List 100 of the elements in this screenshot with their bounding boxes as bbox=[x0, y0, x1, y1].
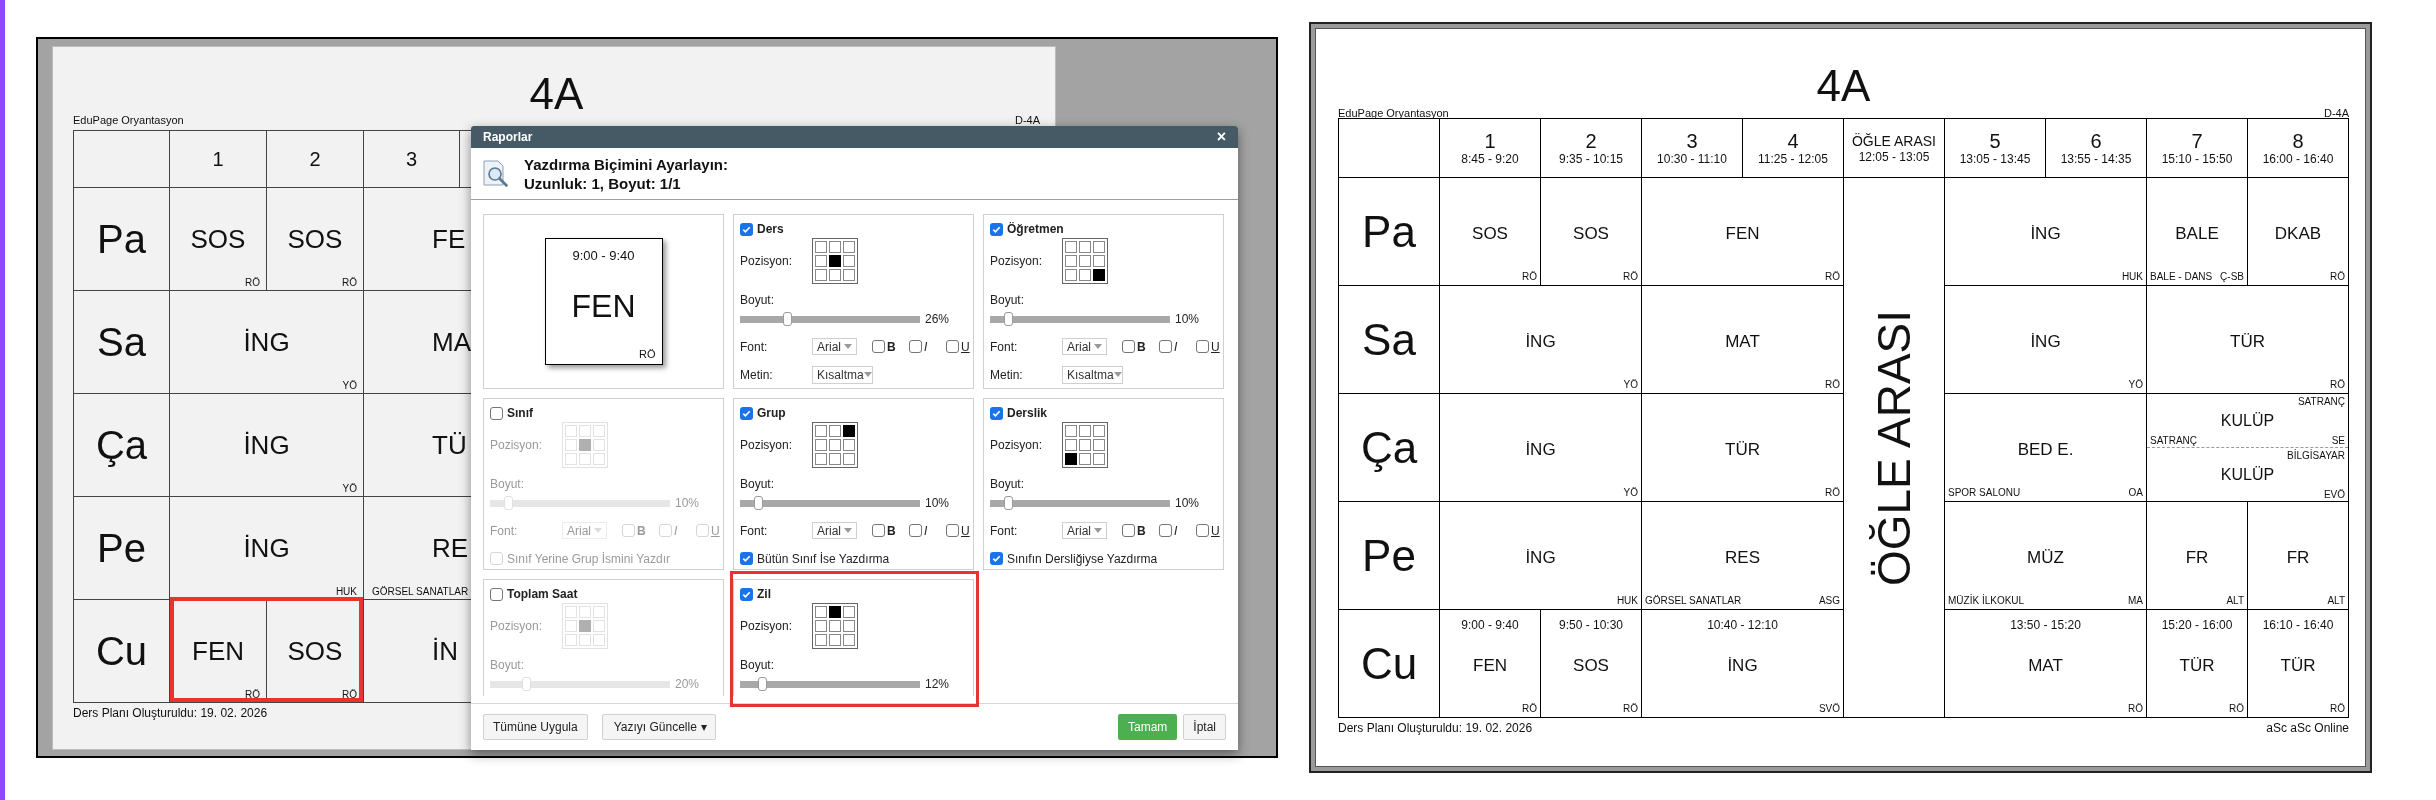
position-cell[interactable] bbox=[829, 255, 841, 267]
size-slider[interactable] bbox=[740, 677, 920, 691]
period-number: 8 bbox=[2292, 130, 2304, 152]
checkbox[interactable] bbox=[909, 340, 922, 353]
font-dropdown[interactable]: Arial bbox=[1062, 338, 1107, 355]
position-cell[interactable] bbox=[843, 453, 855, 465]
checkbox[interactable] bbox=[909, 524, 922, 537]
position-cell[interactable] bbox=[829, 634, 841, 646]
position-grid[interactable] bbox=[1062, 422, 1108, 468]
position-cell[interactable] bbox=[579, 439, 591, 451]
position-cell[interactable] bbox=[1093, 255, 1105, 267]
text-dropdown[interactable]: Kısaltma bbox=[812, 365, 873, 384]
position-cell[interactable] bbox=[815, 620, 827, 632]
position-cell[interactable] bbox=[829, 453, 841, 465]
font-dropdown[interactable]: Arial bbox=[812, 338, 857, 355]
position-cell[interactable] bbox=[1093, 425, 1105, 437]
position-cell[interactable] bbox=[1093, 439, 1105, 451]
position-cell[interactable] bbox=[1079, 269, 1091, 281]
position-cell[interactable] bbox=[843, 425, 855, 437]
checkbox[interactable] bbox=[990, 552, 1003, 565]
slider-thumb[interactable] bbox=[782, 312, 792, 326]
text-dropdown[interactable]: Kısaltma bbox=[1062, 365, 1123, 384]
checkbox[interactable] bbox=[1122, 524, 1135, 537]
checkbox[interactable] bbox=[1159, 524, 1172, 537]
position-cell[interactable] bbox=[843, 269, 855, 281]
position-cell[interactable] bbox=[1065, 439, 1077, 451]
size-slider[interactable] bbox=[490, 496, 670, 510]
size-slider[interactable] bbox=[990, 312, 1170, 326]
position-cell[interactable] bbox=[815, 425, 827, 437]
button[interactable]: İptal bbox=[1183, 713, 1226, 740]
position-cell[interactable] bbox=[815, 606, 827, 618]
position-cell[interactable] bbox=[843, 620, 855, 632]
position-cell[interactable] bbox=[829, 620, 841, 632]
checkbox[interactable] bbox=[1196, 524, 1209, 537]
position-cell[interactable] bbox=[829, 439, 841, 451]
position-cell[interactable] bbox=[1065, 255, 1077, 267]
position-cell[interactable] bbox=[815, 634, 827, 646]
checkbox[interactable] bbox=[740, 222, 753, 236]
position-cell[interactable] bbox=[1079, 241, 1091, 253]
position-grid[interactable] bbox=[812, 238, 858, 284]
font-dropdown[interactable]: Arial bbox=[812, 522, 857, 539]
checkbox-label: U bbox=[1211, 338, 1221, 356]
position-cell[interactable] bbox=[1093, 453, 1105, 465]
size-slider[interactable] bbox=[990, 496, 1170, 510]
position-cell[interactable] bbox=[815, 439, 827, 451]
checkbox[interactable] bbox=[1196, 340, 1209, 353]
position-cell[interactable] bbox=[1065, 425, 1077, 437]
checkbox[interactable] bbox=[990, 222, 1003, 236]
checkbox[interactable] bbox=[872, 524, 885, 537]
position-cell[interactable] bbox=[829, 425, 841, 437]
button[interactable]: Tümüne Uygula bbox=[483, 713, 588, 740]
checkbox[interactable] bbox=[740, 406, 753, 420]
checkbox[interactable] bbox=[946, 524, 959, 537]
size-slider[interactable] bbox=[490, 677, 670, 691]
font-dropdown[interactable]: Arial bbox=[1062, 522, 1107, 539]
checkbox[interactable] bbox=[1122, 340, 1135, 353]
checkbox[interactable] bbox=[740, 587, 753, 601]
position-cell[interactable] bbox=[1093, 269, 1105, 281]
checkbox[interactable] bbox=[872, 340, 885, 353]
position-cell[interactable] bbox=[829, 241, 841, 253]
slider-thumb[interactable] bbox=[754, 496, 763, 510]
position-cell[interactable] bbox=[1065, 241, 1077, 253]
position-grid[interactable] bbox=[1062, 238, 1108, 284]
position-cell[interactable] bbox=[829, 269, 841, 281]
checkbox[interactable] bbox=[490, 587, 503, 601]
checkbox[interactable] bbox=[1159, 340, 1172, 353]
position-cell[interactable] bbox=[815, 255, 827, 267]
position-cell[interactable] bbox=[579, 620, 591, 632]
position-cell[interactable] bbox=[1079, 425, 1091, 437]
position-cell[interactable] bbox=[815, 269, 827, 281]
position-cell[interactable] bbox=[1079, 255, 1091, 267]
menu-button[interactable]: Yazıyı Güncelle ▾ bbox=[601, 713, 716, 740]
position-cell[interactable] bbox=[815, 453, 827, 465]
checkbox[interactable] bbox=[990, 406, 1003, 420]
slider-thumb[interactable] bbox=[1004, 312, 1013, 326]
position-cell[interactable] bbox=[1079, 439, 1091, 451]
slider-thumb[interactable] bbox=[1004, 496, 1013, 510]
close-button[interactable]: × bbox=[1216, 129, 1226, 145]
position-cell[interactable] bbox=[829, 606, 841, 618]
checkbox-label: I bbox=[924, 522, 929, 540]
position-cell[interactable] bbox=[815, 241, 827, 253]
size-slider[interactable] bbox=[740, 496, 920, 510]
position-cell[interactable] bbox=[1079, 453, 1091, 465]
position-cell[interactable] bbox=[843, 439, 855, 451]
slider-thumb[interactable] bbox=[757, 677, 767, 691]
position-grid[interactable] bbox=[812, 603, 858, 649]
position-cell[interactable] bbox=[1065, 453, 1077, 465]
size-slider[interactable] bbox=[740, 312, 920, 326]
checkbox[interactable] bbox=[740, 552, 753, 565]
position-cell[interactable] bbox=[1093, 241, 1105, 253]
position-cell[interactable] bbox=[843, 634, 855, 646]
position-cell[interactable] bbox=[843, 241, 855, 253]
checkbox[interactable] bbox=[490, 406, 503, 420]
position-grid[interactable] bbox=[812, 422, 858, 468]
position-cell[interactable] bbox=[1065, 269, 1077, 281]
subject-text: TÜR bbox=[2179, 654, 2215, 677]
checkbox[interactable] bbox=[946, 340, 959, 353]
position-cell[interactable] bbox=[843, 606, 855, 618]
position-cell[interactable] bbox=[843, 255, 855, 267]
period-time: 11:25 - 12:05 bbox=[1758, 152, 1828, 166]
